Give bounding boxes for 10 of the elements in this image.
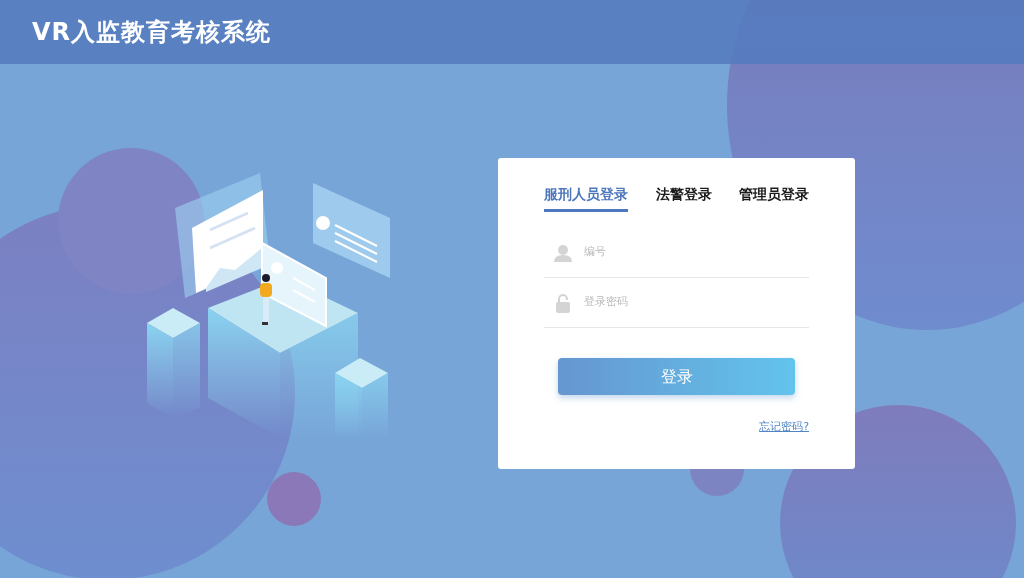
forgot-password-link[interactable]: 忘记密码? <box>759 419 809 436</box>
login-tab[interactable]: 法警登录 <box>655 184 712 212</box>
lock-icon <box>555 292 571 313</box>
login-tab[interactable]: 服刑人员登录 <box>544 184 628 212</box>
password-field[interactable]: 登录密码 <box>582 293 782 312</box>
login-tab[interactable]: 管理员登录 <box>739 184 809 212</box>
user-icon <box>553 243 573 262</box>
login-button[interactable]: 登录 <box>558 358 795 395</box>
app-title: VR入监教育考核系统 <box>32 17 272 48</box>
background-circle <box>267 472 321 526</box>
